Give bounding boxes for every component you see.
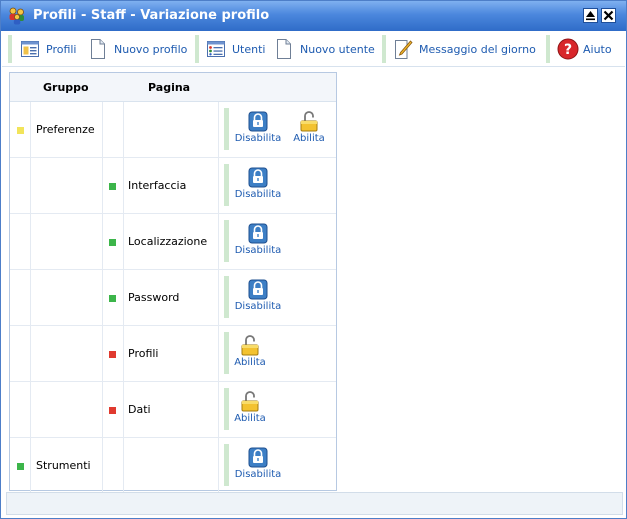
maximize-icon [586, 11, 595, 21]
close-icon [603, 10, 614, 21]
table-row: Strumenti Disabilita [10, 438, 336, 494]
toolbar-item-label: Profili [46, 42, 77, 56]
app-window: Profili - Staff - Variazione profilo Pro… [0, 0, 627, 519]
toolbar-item-label: Nuovo utente [300, 42, 375, 56]
action-label: Disabilita [234, 301, 282, 312]
table-row: Profili Abilita [10, 326, 336, 382]
action-label: Disabilita [234, 245, 282, 256]
pencil-note-icon [393, 38, 413, 60]
action-label: Disabilita [234, 469, 282, 480]
group-name: Preferenze [36, 123, 95, 136]
disabilita-button[interactable]: Disabilita [232, 222, 284, 264]
content-area: Gruppo Pagina Preferenze Disabilita Abil… [2, 68, 625, 492]
table-row: Localizzazione Disabilita [10, 214, 336, 270]
table-row: Preferenze Disabilita Abilita [10, 102, 336, 158]
disabilita-button[interactable]: Disabilita [232, 166, 284, 208]
status-dot [109, 295, 116, 302]
abilita-button[interactable]: Abilita [283, 110, 335, 152]
users-group-icon [8, 7, 26, 25]
action-separator [224, 220, 229, 262]
unlocked-padlock-icon [300, 111, 318, 132]
column-header-gruppo: Gruppo [43, 81, 89, 94]
status-dot [109, 351, 116, 358]
table-row: Password Disabilita [10, 270, 336, 326]
table-row: Interfaccia Disabilita [10, 158, 336, 214]
disabilita-button[interactable]: Disabilita [232, 446, 284, 488]
help-icon: ? [557, 38, 579, 60]
action-label: Abilita [234, 413, 266, 424]
toolbar-separator [546, 35, 550, 63]
messaggio-del-giorno-button[interactable]: Messaggio del giorno [393, 34, 536, 64]
toolbar-item-label: Aiuto [583, 42, 612, 56]
toolbar-item-label: Nuovo profilo [114, 42, 188, 56]
utenti-button[interactable]: Utenti [206, 34, 265, 64]
action-label: Disabilita [234, 133, 282, 144]
title-bar[interactable]: Profili - Staff - Variazione profilo [1, 1, 626, 31]
abilita-button[interactable]: Abilita [224, 334, 276, 376]
profili-button[interactable]: Profili [20, 34, 77, 64]
action-label: Disabilita [234, 189, 282, 200]
nuovo-profilo-button[interactable]: Nuovo profilo [88, 34, 187, 64]
toolbar-separator [8, 35, 12, 63]
maximize-button[interactable] [583, 8, 598, 23]
table-row: Dati Abilita [10, 382, 336, 438]
status-dot [17, 463, 24, 470]
action-separator [224, 276, 229, 318]
locked-padlock-icon [248, 223, 268, 244]
locked-padlock-icon [248, 167, 268, 188]
page-name: Dati [128, 403, 151, 416]
action-separator [224, 108, 229, 150]
action-separator [224, 444, 229, 486]
abilita-button[interactable]: Abilita [224, 390, 276, 432]
new-document-icon [274, 38, 294, 60]
toolbar-separator [195, 35, 199, 63]
disabilita-button[interactable]: Disabilita [232, 278, 284, 320]
unlocked-padlock-icon [241, 335, 259, 356]
window-title: Profili - Staff - Variazione profilo [33, 8, 270, 23]
column-header-pagina: Pagina [148, 81, 191, 94]
table-header: Gruppo Pagina [10, 73, 336, 102]
locked-padlock-icon [248, 279, 268, 300]
action-separator [224, 164, 229, 206]
status-dot [17, 127, 24, 134]
profiles-list-icon [20, 38, 40, 60]
status-dot [109, 183, 116, 190]
action-label: Abilita [234, 357, 266, 368]
toolbar-separator [382, 35, 386, 63]
status-bar [6, 492, 623, 515]
action-label: Abilita [293, 133, 325, 144]
group-name: Strumenti [36, 459, 91, 472]
toolbar-item-label: Utenti [232, 42, 266, 56]
close-button[interactable] [601, 8, 616, 23]
nuovo-utente-button[interactable]: Nuovo utente [274, 34, 375, 64]
page-name: Localizzazione [128, 235, 208, 248]
toolbar-item-label: Messaggio del giorno [419, 42, 536, 56]
page-name: Password [128, 291, 180, 304]
disabilita-button[interactable]: Disabilita [232, 110, 284, 152]
locked-padlock-icon [248, 447, 268, 468]
page-name: Profili [128, 347, 159, 360]
svg-text:?: ? [564, 42, 572, 58]
page-name: Interfaccia [128, 179, 187, 192]
status-dot [109, 407, 116, 414]
users-list-icon [206, 38, 226, 60]
unlocked-padlock-icon [241, 391, 259, 412]
status-dot [109, 239, 116, 246]
locked-padlock-icon [248, 111, 268, 132]
new-document-icon [88, 38, 108, 60]
profile-permissions-table: Gruppo Pagina Preferenze Disabilita Abil… [9, 72, 337, 494]
toolbar: Profili Nuovo profilo Utenti Nuovo utent… [2, 31, 625, 67]
aiuto-button[interactable]: ? Aiuto [557, 34, 612, 64]
